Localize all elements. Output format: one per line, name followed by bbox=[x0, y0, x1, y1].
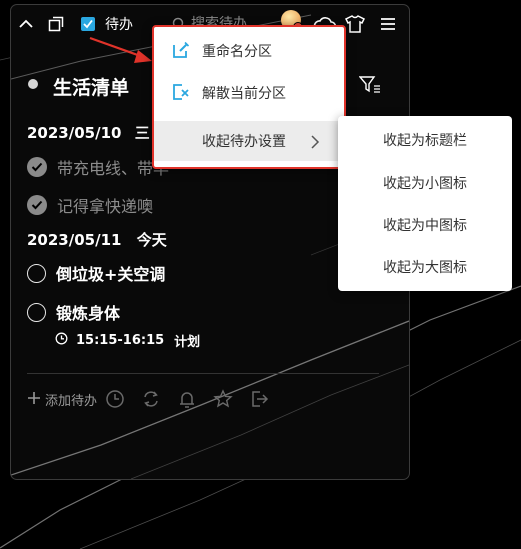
list-item[interactable]: 记得拿快递噢 bbox=[27, 193, 153, 217]
checked-circle-icon[interactable] bbox=[27, 195, 47, 215]
submenu-item-large-icon[interactable]: 收起为大图标 bbox=[338, 247, 512, 287]
chevron-up-icon[interactable] bbox=[17, 13, 35, 35]
menu-item-label: 解散当前分区 bbox=[202, 86, 286, 102]
list-color-dot bbox=[28, 79, 38, 89]
list-item-text: 锻炼身体 bbox=[56, 304, 121, 323]
group-date-header: 2023/05/11 今天 bbox=[27, 229, 167, 250]
tshirt-icon[interactable] bbox=[345, 13, 365, 35]
list-item[interactable]: 倒垃圾+关空调 bbox=[27, 261, 165, 285]
restore-window-icon[interactable] bbox=[47, 13, 65, 35]
list-item-text: 倒垃圾+关空调 bbox=[56, 265, 166, 284]
empty-circle-icon[interactable] bbox=[27, 302, 46, 322]
item-time: 15:15-16:15 计划 bbox=[55, 331, 200, 350]
rename-icon bbox=[172, 41, 190, 63]
checked-circle-icon[interactable] bbox=[27, 157, 47, 177]
collapse-submenu: 收起为标题栏 收起为小图标 收起为中图标 收起为大图标 bbox=[338, 116, 512, 291]
group-weekday: 三 bbox=[134, 124, 150, 142]
context-menu: 重命名分区 解散当前分区 收起待办设置 bbox=[152, 25, 346, 169]
chevron-right-icon bbox=[310, 134, 320, 153]
item-time-range: 15:15-16:15 bbox=[76, 333, 165, 348]
menu-item-label: 收起待办设置 bbox=[202, 134, 286, 150]
group-date-header: 2023/05/10 三 bbox=[27, 122, 150, 143]
annotation-arrow-icon bbox=[89, 36, 152, 63]
group-date: 2023/05/11 bbox=[27, 231, 122, 249]
menu-item-collapse-settings[interactable]: 收起待办设置 bbox=[154, 121, 340, 161]
submenu-item-small-icon[interactable]: 收起为小图标 bbox=[338, 163, 512, 203]
bell-icon[interactable] bbox=[177, 389, 197, 409]
dissolve-icon bbox=[172, 83, 190, 105]
move-out-icon[interactable] bbox=[249, 389, 269, 409]
list-item-text: 记得拿快递噢 bbox=[57, 197, 154, 216]
submenu-item-medium-icon[interactable]: 收起为中图标 bbox=[338, 205, 512, 245]
checkbox-icon bbox=[79, 13, 97, 35]
clock-icon[interactable] bbox=[105, 389, 125, 409]
group-weekday: 今天 bbox=[136, 231, 167, 249]
list-item[interactable]: 带充电线、带毕 bbox=[27, 155, 169, 179]
divider bbox=[27, 373, 379, 374]
group-date: 2023/05/10 bbox=[27, 124, 122, 142]
menu-item-dissolve[interactable]: 解散当前分区 bbox=[154, 73, 340, 113]
repeat-icon[interactable] bbox=[141, 389, 161, 409]
star-icon[interactable] bbox=[213, 389, 233, 409]
list-title: 生活清单 bbox=[53, 77, 130, 99]
item-plan-tag: 计划 bbox=[174, 335, 201, 350]
bottom-toolbar: 添加待办 bbox=[27, 389, 269, 409]
list-item[interactable]: 锻炼身体 bbox=[27, 300, 120, 324]
menu-icon[interactable] bbox=[379, 13, 397, 35]
plus-icon[interactable] bbox=[27, 390, 41, 409]
app-label: 待办 bbox=[105, 17, 133, 33]
filter-icon[interactable] bbox=[358, 75, 381, 99]
menu-item-label: 重命名分区 bbox=[202, 44, 272, 60]
clock-icon bbox=[55, 332, 68, 349]
submenu-item-title-bar[interactable]: 收起为标题栏 bbox=[338, 120, 512, 160]
menu-item-rename[interactable]: 重命名分区 bbox=[154, 31, 340, 71]
add-todo-button[interactable]: 添加待办 bbox=[45, 390, 97, 409]
empty-circle-icon[interactable] bbox=[27, 263, 46, 283]
